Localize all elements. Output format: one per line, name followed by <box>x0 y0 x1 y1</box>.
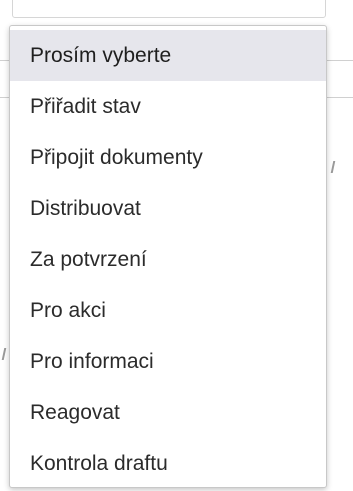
option-pripojit-dokumenty[interactable]: Připojit dokumenty <box>10 132 326 183</box>
underlying-select-field <box>12 0 326 18</box>
background-text-fragment <box>330 161 336 173</box>
background-divider-right <box>327 60 353 61</box>
option-za-potvrzeni[interactable]: Za potvrzení <box>10 234 326 285</box>
background-divider-left <box>0 60 9 61</box>
dropdown-list: Prosím vyberte Přiřadit stav Připojit do… <box>9 25 327 488</box>
option-priradit-stav[interactable]: Přiřadit stav <box>10 81 326 132</box>
option-kontrola-draftu[interactable]: Kontrola draftu <box>10 438 326 487</box>
option-distribuovat[interactable]: Distribuovat <box>10 183 326 234</box>
option-reagovat[interactable]: Reagovat <box>10 387 326 438</box>
option-pro-informaci[interactable]: Pro informaci <box>10 336 326 387</box>
option-pro-akci[interactable]: Pro akci <box>10 285 326 336</box>
background-divider-right-2 <box>327 97 353 98</box>
background-text-fragment-left <box>1 348 7 360</box>
background-divider-left-2 <box>0 97 9 98</box>
option-prosim-vyberte[interactable]: Prosím vyberte <box>10 30 326 81</box>
